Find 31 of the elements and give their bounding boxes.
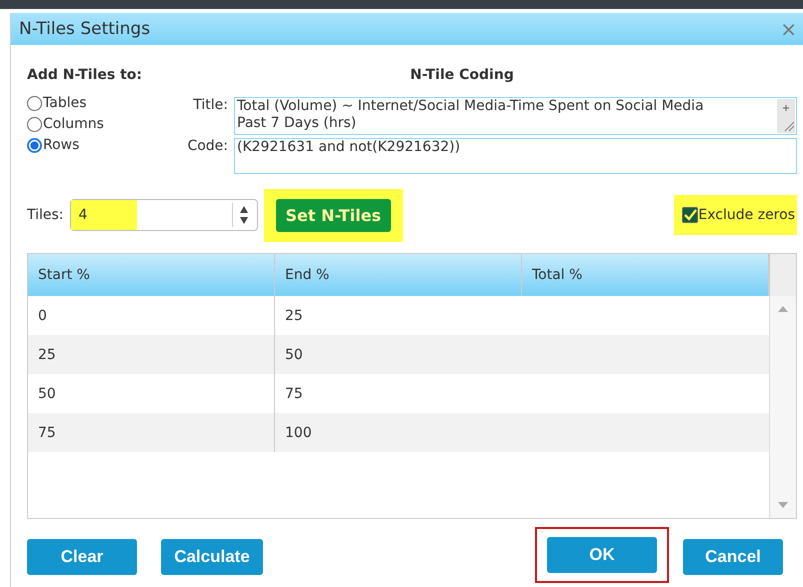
scroll-down-icon[interactable]: [778, 502, 788, 508]
radio-option[interactable]: Rows: [27, 137, 167, 153]
tiles-spinner[interactable]: 4: [70, 199, 258, 231]
scrollbar[interactable]: [769, 296, 796, 518]
column-header[interactable]: End %: [275, 254, 522, 296]
code-field[interactable]: (K2921631 and not(K2921632)): [234, 138, 797, 174]
table-cell: 75: [38, 424, 56, 440]
table-cell: 75: [285, 386, 303, 402]
table-cell: 50: [38, 386, 56, 402]
column-header[interactable]: Start %: [28, 254, 275, 296]
section-label: Add N-Tiles to:: [27, 67, 143, 83]
field-label: Tiles:: [27, 207, 64, 223]
section-heading: N-Tile Coding: [410, 67, 514, 83]
exclude-zeros-checkbox[interactable]: Exclude zeros: [674, 195, 797, 235]
spinner-arrows-icon: [232, 203, 251, 227]
scroll-up-icon[interactable]: [778, 306, 788, 312]
table-row[interactable]: 75 100: [28, 413, 769, 452]
title-field[interactable]: Total (Volume) ~ Internet/Social Media-Time Spent on Social Media Past 7 Days (hrs): [234, 97, 797, 135]
table-cell: 0: [38, 308, 47, 324]
table-cell: 25: [285, 308, 303, 324]
radio-option[interactable]: Tables: [27, 95, 167, 111]
field-label: Code:: [186, 138, 229, 154]
check-icon: [683, 208, 698, 222]
table-cell: 100: [285, 424, 312, 440]
table-row[interactable]: 25 50: [28, 335, 769, 374]
table-cell: 50: [285, 346, 303, 362]
field-label: Title:: [192, 97, 229, 113]
table-cell: 25: [38, 346, 56, 362]
scrollbar-icon: [777, 99, 795, 133]
radio-option[interactable]: Columns: [27, 116, 167, 132]
window-title: N-Tiles Settings: [19, 19, 150, 39]
